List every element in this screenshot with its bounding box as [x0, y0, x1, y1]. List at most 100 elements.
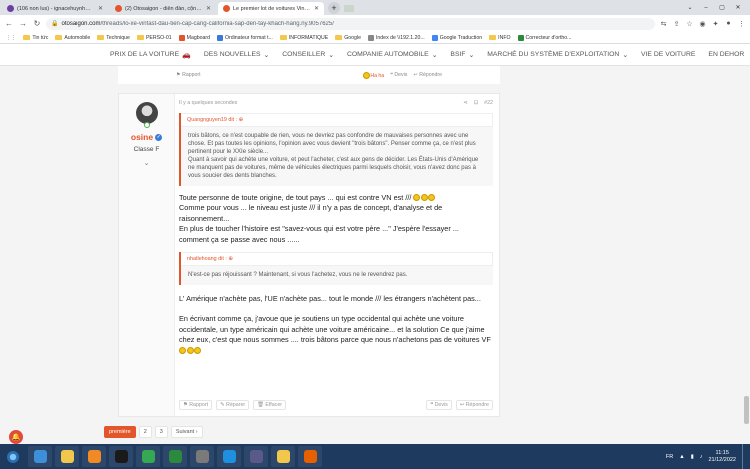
menu-icon[interactable]: ⋮	[737, 20, 746, 28]
post-number[interactable]: #22	[484, 100, 493, 106]
media-player-icon[interactable]	[82, 446, 106, 467]
translate-icon[interactable]: ⇆	[659, 20, 668, 28]
browser-tab[interactable]: (106 non lus) - ignacehuynh@ya... ✕	[2, 2, 108, 15]
site-nav-label: PRIX DE LA VOITURE	[110, 51, 180, 58]
report-button[interactable]: ⚑ Rapport	[179, 400, 213, 410]
tray-arrow-icon[interactable]: ▲	[679, 454, 684, 460]
settings-app-icon[interactable]	[190, 446, 214, 467]
bookmark-item[interactable]: Ordinateur format t...	[216, 34, 273, 41]
prev-haha-reaction[interactable]: Ha ha	[362, 71, 385, 79]
bookmark-star-icon[interactable]: ☆	[685, 20, 694, 28]
clock-date: 21/12/2022	[708, 456, 736, 463]
system-tray: FR ▲ ▮ ♪ 11:15 21/12/2022	[666, 444, 750, 469]
bookmark-item[interactable]: Tin tức	[23, 35, 48, 41]
page-3[interactable]: 3	[154, 426, 168, 438]
page-next[interactable]: Suivant ›	[170, 426, 203, 438]
apps-grid-icon[interactable]: ⋮⋮	[6, 35, 16, 41]
minimize-button[interactable]: –	[700, 5, 712, 11]
site-nav-item[interactable]: DES NOUVELLES ⌄	[204, 51, 269, 59]
puzzle-icon[interactable]: ✦	[711, 20, 720, 28]
close-tab-icon[interactable]: ✕	[98, 5, 103, 12]
browser-tab[interactable]: (2) Otosaigon - diễn đàn, cộng đ... ✕	[110, 2, 216, 15]
delete-button[interactable]: 🗑 Effacer	[253, 400, 287, 410]
browser-tab-strip: (106 non lus) - ignacehuynh@ya... ✕ (2) Ot…	[0, 0, 750, 15]
notification-bell-icon[interactable]: 🔔	[9, 430, 23, 444]
site-nav-item[interactable]: EN DEHOR	[708, 51, 744, 58]
bookmark-item[interactable]: Google Traduction	[431, 34, 482, 41]
start-button[interactable]	[0, 444, 26, 469]
bookmark-item[interactable]: Magboard	[178, 34, 210, 41]
edit-button[interactable]: ✎ Réparer	[216, 400, 250, 410]
firefox-icon[interactable]	[298, 446, 322, 467]
prev-devis-label: Devis	[394, 72, 408, 78]
site-nav-item[interactable]: CONSEILLER ⌄	[282, 51, 334, 59]
close-tab-icon[interactable]: ✕	[206, 5, 211, 12]
reply-button[interactable]: ↩ Répondre	[455, 400, 493, 410]
maximize-button[interactable]: ▢	[716, 4, 728, 11]
bookmark-item[interactable]: Automobile	[55, 35, 90, 41]
bookmark-item[interactable]: INFORMATIQUE	[279, 35, 328, 41]
site-nav-item[interactable]: COMPANIE AUTOMOBILE ⌄	[347, 51, 437, 59]
page-2[interactable]: 2	[138, 426, 152, 438]
bookmark-icon[interactable]: ⊡	[474, 100, 478, 106]
bookmark-item[interactable]: Correcteur d'ortho...	[517, 34, 572, 41]
volume-icon[interactable]: ♪	[700, 454, 703, 460]
prev-report-link[interactable]: ⚑ Rapport	[176, 72, 201, 78]
profile-icon[interactable]: ●	[724, 20, 733, 27]
spreadsheet-icon[interactable]	[163, 446, 187, 467]
site-navigation: PRIX DE LA VOITURE 🚗 DES NOUVELLES ⌄ CONSEIL…	[0, 44, 750, 66]
window-controls: ⌄ – ▢ ✕	[684, 0, 750, 15]
eye-app-icon[interactable]	[109, 446, 133, 467]
ie-icon[interactable]	[28, 446, 52, 467]
prev-reply-link[interactable]: ↩ Répondre	[413, 72, 442, 78]
bookmark-item[interactable]: Technique	[97, 35, 130, 41]
close-tab-icon[interactable]: ✕	[314, 5, 319, 12]
extension-icon[interactable]: ◉	[698, 20, 707, 28]
forward-button[interactable]: →	[18, 19, 28, 28]
bookmark-item[interactable]: INFO	[489, 35, 511, 41]
scrollbar-thumb[interactable]	[744, 396, 749, 424]
browser-tab[interactable]: Le premier lot de voitures VinFa... ✕	[218, 2, 324, 15]
new-tab-button[interactable]: +	[328, 2, 340, 14]
chrome-icon[interactable]	[136, 446, 160, 467]
share-icon[interactable]: ⇪	[672, 20, 681, 28]
username[interactable]: osine ✓	[131, 132, 163, 142]
post-body: Il y a quelques secondes ⋖ ⊡ #22 Quangng…	[179, 94, 493, 416]
prev-devis-link[interactable]: ❝ Devis	[390, 72, 407, 78]
chevron-down-icon[interactable]: ⌄	[144, 159, 150, 167]
haha-label: Ha ha	[370, 72, 385, 79]
quote-author-2[interactable]: nhatlehoang dit : ⊕	[181, 252, 493, 267]
emoji-icon	[420, 194, 428, 202]
devis-button[interactable]: ❝ Devis	[426, 400, 452, 410]
site-nav-item[interactable]: MARCHÉ DU SYSTÈME D'EXPLOITATION ⌄	[487, 51, 628, 59]
edge-icon[interactable]	[217, 446, 241, 467]
site-nav-item[interactable]: PRIX DE LA VOITURE 🚗	[110, 51, 191, 59]
avatar[interactable]	[135, 102, 158, 128]
site-nav-item[interactable]: BSIF ⌄	[450, 51, 474, 59]
devis-label: Devis	[434, 402, 448, 408]
bookmark-item[interactable]: Index de \\192.1.20...	[367, 34, 425, 41]
file-explorer-icon[interactable]	[55, 446, 79, 467]
close-window-button[interactable]: ✕	[732, 4, 744, 11]
reload-button[interactable]: ↻	[32, 19, 42, 28]
back-button[interactable]: ←	[4, 19, 14, 28]
page-first[interactable]: première	[104, 426, 136, 438]
device-manager-icon[interactable]	[244, 446, 268, 467]
url-text[interactable]: otosaigon.com/threads/lo-xe-vinfast-dau-…	[61, 21, 650, 27]
share-icon[interactable]: ⋖	[463, 100, 467, 106]
network-icon[interactable]: ▮	[691, 454, 694, 460]
tab-search-icon[interactable]: ⌄	[684, 4, 696, 11]
show-desktop-button[interactable]	[742, 444, 746, 469]
lang-indicator[interactable]: FR	[666, 454, 673, 460]
para1-line-1: Toute personne de toute origine, de tout…	[179, 192, 412, 202]
folder-icon	[279, 35, 287, 40]
tab-extension-icon[interactable]	[344, 5, 354, 12]
omnibox[interactable]: 🔒 otosaigon.com/threads/lo-xe-vinfast-da…	[46, 17, 655, 30]
bookmark-item[interactable]: PERSO-01	[136, 35, 172, 41]
bookmark-item[interactable]: Google	[335, 35, 361, 41]
site-nav-item[interactable]: VIE DE VOITURE	[641, 51, 695, 58]
folder-icon[interactable]	[271, 446, 295, 467]
quote-author-1[interactable]: Quangnguyen19 dit : ⊕	[181, 113, 493, 127]
clock[interactable]: 11:15 21/12/2022	[708, 450, 736, 463]
post-time[interactable]: Il y a quelques secondes	[179, 100, 237, 106]
